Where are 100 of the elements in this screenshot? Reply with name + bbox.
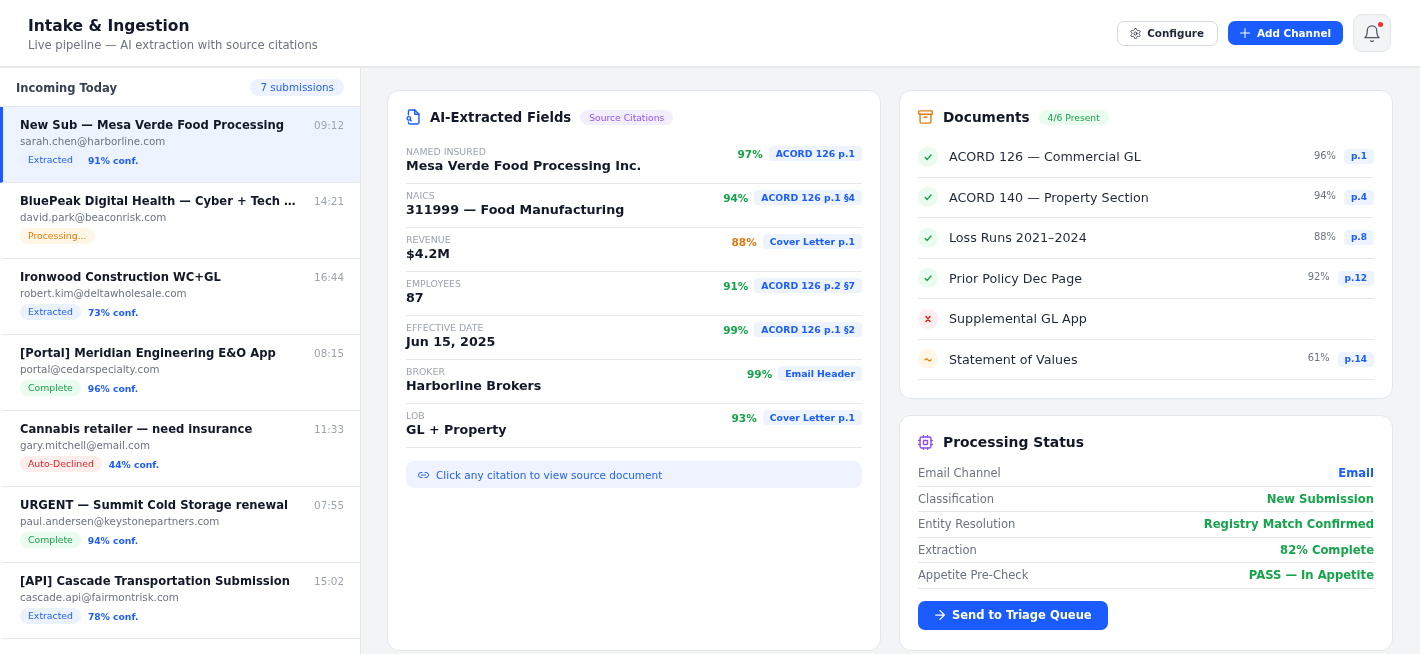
status-badge: Processing... [20, 228, 95, 244]
submission-item[interactable]: Ironwood Construction WC+GL 16:44 robert.kim@deltawholesale.com Extracted 73% conf. [0, 259, 360, 335]
status-value: Email [1338, 466, 1374, 481]
confidence-score: 91% conf. [87, 154, 139, 166]
submission-title: BluePeak Digital Health — Cyber + Tech … [20, 193, 296, 209]
citation-link[interactable]: ACORD 126 p.2 §7 [754, 278, 862, 293]
sender-email: portal@cedarspecialty.com [20, 362, 161, 376]
submission-title: URGENT — Summit Cold Storage renewal [20, 497, 288, 513]
field-value: 311999 — Food Manufacturing [406, 202, 625, 218]
check-icon [918, 146, 938, 167]
sender-email: robert.kim@deltawholesale.com [20, 286, 188, 300]
received-time: 14:21 [314, 195, 344, 207]
status-label: Entity Resolution [918, 517, 1016, 532]
received-time: 09:12 [314, 119, 344, 131]
submission-item[interactable]: New Sub — Mesa Verde Food Processing 09:12 sarah.chen@harborline.com Extracted 91% conf. [0, 107, 360, 183]
field-label: EMPLOYEES [406, 278, 461, 290]
page-link[interactable]: p.14 [1337, 351, 1374, 367]
match-score: 96% [1313, 149, 1336, 161]
received-time: 11:33 [314, 423, 344, 435]
link-icon [418, 471, 429, 478]
page-link[interactable]: p.8 [1343, 230, 1374, 246]
sender-email: gary.mitchell@email.com [20, 438, 152, 452]
source-citations-badge: Source Citations [580, 109, 674, 125]
page-link[interactable]: p.1 [1343, 149, 1374, 165]
submission-title: Cannabis retailer — need insurance [20, 421, 253, 437]
field-value: 87 [406, 290, 425, 306]
page-title: Intake & Ingestion [28, 15, 191, 36]
file-search-icon [406, 109, 420, 125]
match-score: 92% [1307, 271, 1330, 283]
chip-icon [918, 434, 933, 450]
submission-item[interactable]: BluePeak Digital Health — Cyber + Tech … 14:21 david.park@beaconrisk.com Processing... [0, 183, 360, 259]
field-value: $4.2M [406, 246, 451, 262]
page-link[interactable]: p.4 [1343, 189, 1374, 205]
arrow-right-icon [935, 610, 945, 620]
check-icon [918, 187, 938, 208]
card-title: AI-Extracted Fields [430, 109, 572, 125]
gear-icon [1130, 27, 1142, 39]
field-value: GL + Property [406, 422, 507, 438]
status-value: New Submission [1266, 491, 1374, 506]
received-time: 16:44 [314, 271, 344, 283]
confidence-score: 78% conf. [87, 610, 139, 622]
sender-email: cascade.api@fairmontrisk.com [20, 590, 180, 604]
field-label: NAICS [406, 190, 436, 202]
confidence-score: 73% conf. [87, 306, 139, 318]
card-title: Processing Status [943, 434, 1084, 450]
citation-link[interactable]: Email Header [778, 366, 862, 381]
section-title: Incoming Today [16, 80, 117, 95]
confidence-score: 99% [747, 367, 773, 380]
status-badge: Extracted [20, 608, 81, 624]
document-name: ACORD 140 — Property Section [949, 189, 1150, 205]
check-icon [918, 227, 938, 248]
citation-link[interactable]: ACORD 126 p.1 §4 [754, 190, 862, 205]
submission-item[interactable]: [Portal] Meridian Engineering E&O App 08:15 portal@cedarspecialty.com Complete 96% conf. [0, 335, 360, 411]
page-link[interactable]: p.12 [1337, 270, 1374, 286]
received-time: 07:55 [314, 499, 344, 511]
citation-link[interactable]: Cover Letter p.1 [762, 410, 862, 425]
sender-email: david.park@beaconrisk.com [20, 210, 168, 224]
field-label: EFFECTIVE DATE [406, 322, 485, 334]
confidence-score: 96% conf. [87, 382, 139, 394]
status-badge: Complete [20, 380, 81, 396]
add-channel-button[interactable]: Add Channel [1228, 21, 1343, 45]
submission-item[interactable]: URGENT — Summit Cold Storage renewal 07:55 paul.andersen@keystonepartners.com Complete 94% conf. [0, 487, 360, 563]
field-label: BROKER [406, 366, 446, 378]
status-badge: Complete [20, 532, 81, 548]
field-value: Mesa Verde Food Processing Inc. [406, 158, 642, 174]
confidence-score: 88% [731, 235, 757, 248]
document-name: ACORD 126 — Commercial GL [949, 149, 1142, 165]
citation-link[interactable]: Cover Letter p.1 [762, 234, 862, 249]
field-value: Jun 15, 2025 [406, 334, 496, 350]
document-name: Statement of Values [949, 351, 1079, 367]
field-label: LOB [406, 410, 426, 422]
status-label: Extraction [918, 542, 977, 557]
confidence-score: 91% [723, 279, 749, 292]
status-value: PASS — In Appetite [1248, 568, 1374, 583]
send-to-triage-button[interactable]: Send to Triage Queue [918, 600, 1108, 630]
submission-item[interactable]: Cannabis retailer — need insurance 11:33 gary.mitchell@email.com Auto-Declined 44% conf. [0, 411, 360, 487]
field-label: REVENUE [406, 234, 451, 246]
bell-icon [1364, 24, 1380, 42]
card-title: Documents [943, 109, 1030, 125]
document-name: Loss Runs 2021–2024 [949, 230, 1088, 246]
page-subtitle: Live pipeline — AI extraction with source citations [28, 36, 318, 53]
check-icon [918, 268, 938, 289]
confidence-score: 94% conf. [87, 534, 139, 546]
submission-title: [Portal] Meridian Engineering E&O App [20, 345, 276, 361]
present-count-badge: 4/6 Present [1038, 109, 1109, 125]
document-name: Supplemental GL App [949, 311, 1088, 327]
status-badge: Extracted [20, 304, 81, 320]
submission-title: New Sub — Mesa Verde Food Processing [20, 117, 285, 133]
submission-item[interactable]: [API] Cascade Transportation Submission 15:02 cascade.api@fairmontrisk.com Extracted 78% conf. [0, 563, 360, 639]
configure-button[interactable]: Configure [1117, 20, 1218, 46]
submission-title: Ironwood Construction WC+GL [20, 269, 221, 285]
sender-email: paul.andersen@keystonepartners.com [20, 514, 221, 528]
cross-icon [918, 308, 938, 329]
citation-link[interactable]: ACORD 126 p.1 §2 [754, 322, 862, 337]
confidence-score: 44% conf. [108, 458, 160, 470]
document-name: Prior Policy Dec Page [949, 270, 1083, 286]
citation-link[interactable]: ACORD 126 p.1 [768, 146, 862, 161]
status-badge: Extracted [20, 152, 81, 168]
notifications-button[interactable] [1353, 14, 1391, 52]
status-label: Email Channel [918, 466, 1001, 481]
